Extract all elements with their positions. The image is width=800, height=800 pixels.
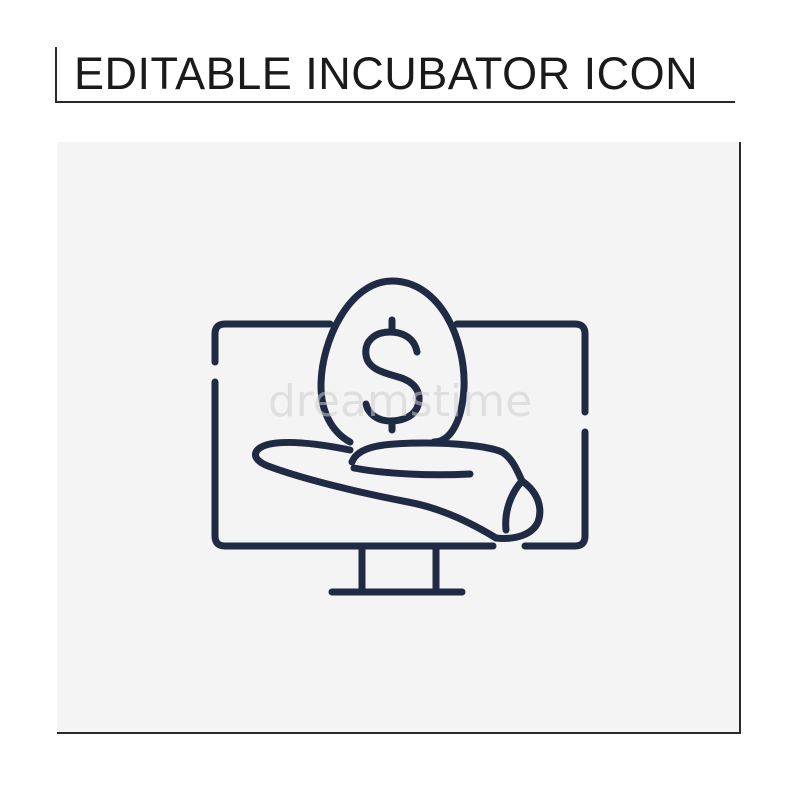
incubator-icon: dreamstime — [211, 277, 589, 596]
monitor-icon — [211, 320, 589, 596]
watermark-text: dreamstime — [268, 376, 532, 427]
open-hand-icon — [252, 438, 544, 542]
